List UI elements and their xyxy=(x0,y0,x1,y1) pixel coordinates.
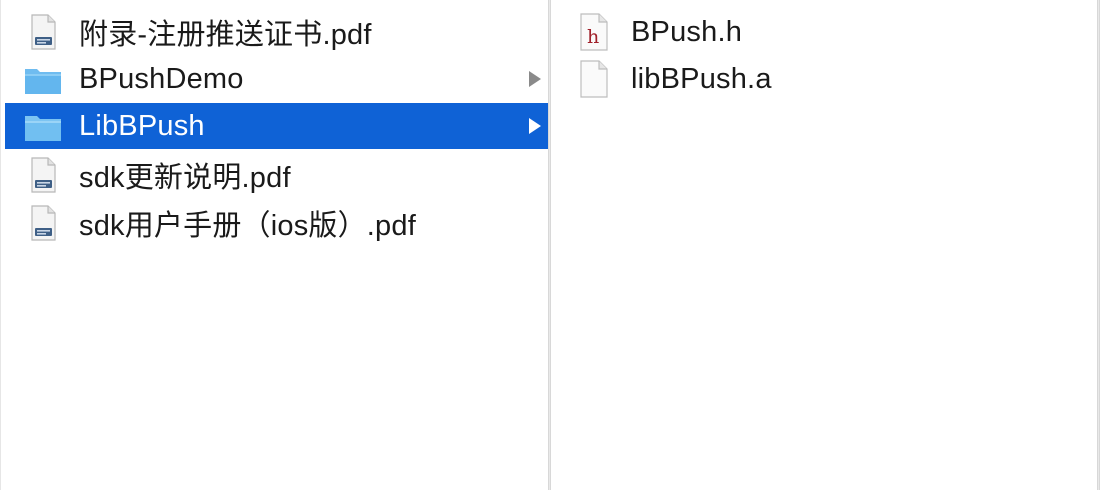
pdf-document-icon xyxy=(23,13,63,51)
chevron-right-icon[interactable] xyxy=(529,118,541,134)
file-label: sdk用户手册（ios版）.pdf xyxy=(79,210,416,242)
column-resize-handle[interactable] xyxy=(1097,0,1100,490)
header-file-icon: h xyxy=(575,13,615,51)
blank-document-icon xyxy=(575,60,615,98)
file-label: sdk更新说明.pdf xyxy=(79,162,291,194)
folder-label: BPushDemo xyxy=(79,62,244,95)
folder-row-bpushdemo[interactable]: BPushDemo xyxy=(5,56,551,102)
svg-text:h: h xyxy=(587,26,599,48)
file-row-sdk-manual-pdf[interactable]: sdk用户手册（ios版）.pdf xyxy=(5,200,551,246)
pdf-document-icon xyxy=(23,156,63,194)
file-row-bpush-h[interactable]: h BPush.h xyxy=(555,9,1098,55)
folder-label: LibBPush xyxy=(79,109,205,142)
file-row-registration-cert-pdf[interactable]: 附录-注册推送证书.pdf xyxy=(5,9,551,55)
folder-row-libbpush[interactable]: LibBPush xyxy=(5,103,551,149)
file-row-sdk-changelog-pdf[interactable]: sdk更新说明.pdf xyxy=(5,152,551,198)
column-left[interactable]: 附录-注册推送证书.pdf BPushDemo LibBPush sdk更新说明… xyxy=(0,0,551,490)
file-row-libbpush-a[interactable]: libBPush.a xyxy=(555,56,1098,102)
pdf-document-icon xyxy=(23,204,63,242)
file-label: 附录-注册推送证书.pdf xyxy=(79,19,372,51)
finder-column-browser: 附录-注册推送证书.pdf BPushDemo LibBPush sdk更新说明… xyxy=(0,0,1102,490)
file-label: libBPush.a xyxy=(631,62,772,95)
folder-icon xyxy=(23,60,63,98)
folder-icon xyxy=(23,107,63,145)
column-right[interactable]: h BPush.h libBPush.a xyxy=(551,0,1098,490)
file-label: BPush.h xyxy=(631,15,743,48)
chevron-right-icon[interactable] xyxy=(529,71,541,87)
